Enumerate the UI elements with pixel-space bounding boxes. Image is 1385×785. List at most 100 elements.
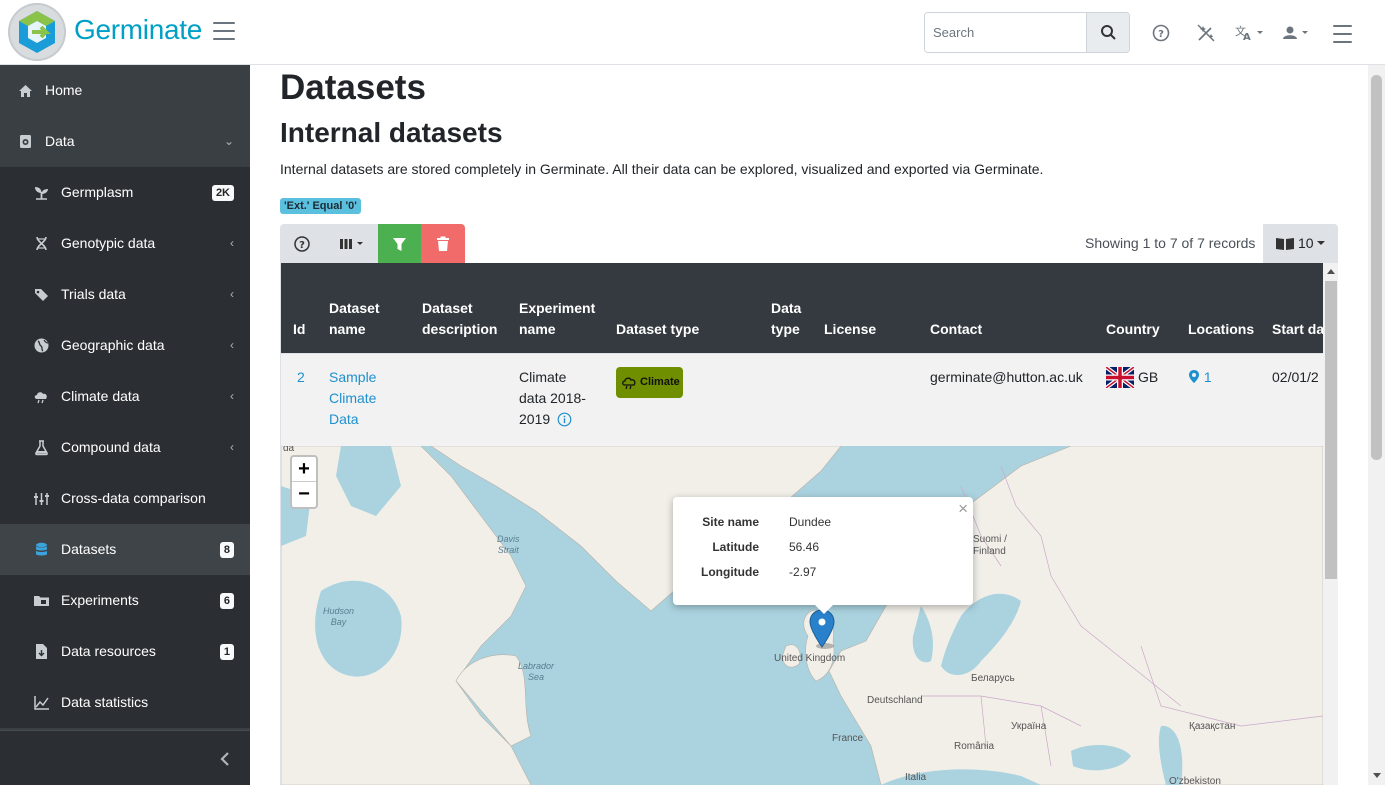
column-toggle-button[interactable] [324,224,378,264]
map-label-hudson-bay: Hudson Bay [323,606,354,628]
sidebar-item-label: Compound data [61,439,161,455]
column-header-locations[interactable]: Locations [1188,319,1254,340]
cell-locations[interactable]: 1 [1188,367,1212,388]
book-open-icon [1276,238,1294,250]
column-header-data-type[interactable]: Data type [771,298,801,340]
sidebar-item-datasets[interactable]: Datasets 8 [0,524,250,575]
zoom-control: + − [290,455,318,509]
map-label-finland: Suomi / Finland [973,534,1007,558]
menu-icon[interactable] [1333,25,1352,49]
table-scrollbar-thumb[interactable] [1325,281,1337,579]
label-line: Labrador [518,661,555,671]
cell-start-date: 02/01/2 [1272,369,1319,385]
map-label-kazakhstan: Қазақстан [1189,721,1236,732]
brand-name[interactable]: Germinate [74,14,202,46]
zoom-out-button[interactable]: − [292,482,316,507]
locations-count: 1 [1203,369,1212,385]
column-header-dataset-name[interactable]: Dataset name [329,298,380,340]
count-badge: 8 [219,542,234,558]
sidebar-item-data-statistics[interactable]: Data statistics [0,677,250,728]
sidebar-item-label: Experiments [61,592,139,608]
info-icon[interactable] [557,412,572,427]
collapse-sidebar-icon[interactable] [218,751,232,767]
columns-icon [340,239,363,249]
column-header-dataset-description[interactable]: Dataset description [422,298,497,340]
sidebar-item-trials-data[interactable]: Trials data ‹ [0,269,250,320]
scroll-up-icon[interactable] [1327,268,1335,274]
close-icon[interactable]: × [958,499,968,519]
label-line: Bay [330,617,347,627]
header-line: Dataset [422,300,473,316]
chevron-left-icon: ‹ [230,440,234,454]
tags-icon [35,289,48,301]
cell-id[interactable]: 2 [297,367,305,388]
sidebar-item-genotypic-data[interactable]: Genotypic data ‹ [0,218,250,269]
location-popup: × Site name Dundee Latitude 56.46 Longit… [673,497,973,605]
germinate-logo[interactable] [8,3,66,61]
sidebar-toggle-icon[interactable] [213,22,235,42]
sidebar: Home Data ⌄ Germplasm 2K Genotypic data … [0,65,250,785]
locations-map[interactable]: + − da Davis Strait Hudson Bay Labrador Sea… [281,446,1323,785]
column-header-license[interactable]: License [824,319,876,340]
popup-value-site-name: Dundee [789,515,832,529]
column-header-start-date[interactable]: Start da [1272,319,1324,340]
weather-cloud-icon [34,392,47,404]
label-line: Strait [497,545,519,555]
uk-flag-icon [1106,367,1134,388]
header-line: Data [771,300,802,316]
sidebar-item-label: Data [45,133,75,149]
zoom-in-button[interactable]: + [292,457,316,482]
table-scrollbar[interactable] [1323,263,1338,785]
language-icon[interactable]: 文A [1234,22,1266,44]
clear-filter-button[interactable] [421,224,465,264]
active-filter-badge[interactable]: 'Ext.' Equal '0' [280,198,361,214]
globe-icon [34,338,49,353]
scroll-down-icon[interactable] [1373,773,1381,779]
dataset-type-badge[interactable]: Climate [616,367,683,398]
folder-icon [34,596,49,606]
table-row[interactable]: 2 Sample Climate Data Climate data 2018-… [281,353,1323,446]
help-icon[interactable]: ? [1150,22,1172,44]
sprout-icon [35,187,48,200]
map-label-uk: United Kingdom [774,653,846,664]
page-scrollbar-thumb[interactable] [1371,75,1382,460]
dataset-type-label: Climate [640,376,680,388]
sidebar-item-experiments[interactable]: Experiments 6 [0,575,250,626]
sidebar-item-data-resources[interactable]: Data resources 1 [0,626,250,677]
cell-line: Data [329,411,359,427]
map-label-ukraine: Україна [1011,721,1047,732]
sidebar-item-data[interactable]: Data ⌄ [0,116,250,167]
datasets-table: Id Dataset name Dataset description Expe… [280,263,1338,785]
search-button[interactable] [1086,13,1129,52]
search-icon [1101,25,1116,40]
filter-button[interactable] [378,224,421,264]
sidebar-item-label: Trials data [61,286,126,302]
theme-toggle-icon[interactable] [1195,22,1217,44]
table-help-button[interactable]: ? [280,224,324,264]
search-input[interactable] [925,13,1088,52]
sidebar-item-germplasm[interactable]: Germplasm 2K [0,167,250,218]
column-header-country[interactable]: Country [1106,319,1160,340]
database-icon [36,542,47,556]
sidebar-item-climate-data[interactable]: Climate data ‹ [0,371,250,422]
column-header-dataset-type[interactable]: Dataset type [616,319,699,340]
database-dial-icon [20,135,31,148]
sidebar-item-cross-data-comparison[interactable]: Cross-data comparison [0,473,250,524]
map-marker-icon[interactable] [809,609,835,649]
page-scrollbar[interactable] [1368,65,1385,785]
per-page-dropdown[interactable]: 10 [1263,224,1338,264]
sidebar-item-geographic-data[interactable]: Geographic data ‹ [0,320,250,371]
sidebar-item-home[interactable]: Home [0,65,250,116]
column-header-id[interactable]: Id [293,319,305,340]
popup-label-site-name: Site name [702,515,759,529]
chart-line-icon [34,696,49,710]
sidebar-item-label: Data statistics [61,694,149,710]
cell-dataset-name[interactable]: Sample Climate Data [329,367,376,430]
column-header-contact[interactable]: Contact [930,319,982,340]
column-header-experiment-name[interactable]: Experiment name [519,298,595,340]
popup-label-longitude: Longitude [701,565,759,579]
sidebar-item-compound-data[interactable]: Compound data ‹ [0,422,250,473]
section-title: Internal datasets [280,117,503,148]
user-account-icon[interactable] [1281,22,1313,44]
chevron-left-icon: ‹ [230,389,234,403]
